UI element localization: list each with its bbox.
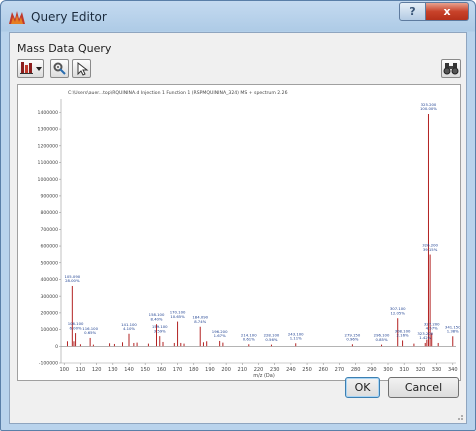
- ok-button[interactable]: OK: [345, 377, 380, 398]
- x-tick-label: 290: [367, 367, 377, 373]
- help-icon: ?: [409, 5, 416, 18]
- resize-grip-icon[interactable]: [454, 411, 464, 421]
- y-tick-label: 1200000: [38, 143, 59, 149]
- chart-title: C:\Users\auer...top\RQUININA.d Injection…: [68, 90, 288, 96]
- peak-label: 170.100 10.65%: [170, 310, 186, 319]
- y-tick-label: 100000: [40, 327, 58, 333]
- y-tick-label: 1300000: [38, 127, 59, 133]
- x-tick-label: 140: [124, 367, 134, 373]
- peak-label: 159.100 3.59%: [152, 324, 168, 333]
- peak-label: 327.200 4.57%: [424, 321, 440, 330]
- x-tick-label: 310: [399, 367, 409, 373]
- x-tick-label: 240: [286, 367, 296, 373]
- x-tick-label: 300: [383, 367, 393, 373]
- binoculars-icon: [443, 63, 459, 75]
- peak-label: 307.100 12.05%: [390, 306, 406, 315]
- app-logo-icon: [9, 11, 25, 24]
- y-tick-label: 1400000: [38, 110, 59, 116]
- help-button[interactable]: ?: [399, 2, 426, 21]
- peak-label: 116.100 0.65%: [82, 326, 98, 335]
- peak-label: 141.100 4.10%: [121, 322, 137, 331]
- x-tick-label: 160: [157, 367, 167, 373]
- peak-label: 243.100 1.11%: [288, 331, 304, 340]
- peak-label: 196.200 1.67%: [212, 329, 228, 338]
- peak-label: 214.100 0.61%: [241, 332, 257, 341]
- spectrum-chart[interactable]: C:\Users\auer...top\RQUININA.d Injection…: [17, 84, 461, 381]
- x-tick-label: 270: [335, 367, 345, 373]
- x-tick-label: 100: [59, 367, 69, 373]
- y-tick-label: 600000: [40, 244, 58, 250]
- x-tick-label: 210: [238, 367, 248, 373]
- x-tick-label: 110: [76, 367, 86, 373]
- y-tick-label: 900000: [40, 194, 58, 200]
- select-tool-button[interactable]: [72, 59, 91, 78]
- y-tick-label: -100000: [39, 361, 58, 367]
- peak-label: 228.100 0.56%: [264, 333, 280, 342]
- x-tick-label: 260: [318, 367, 328, 373]
- x-tick-label: 280: [351, 367, 361, 373]
- gear-pointer-icon: [53, 62, 66, 75]
- close-button[interactable]: x: [426, 2, 469, 21]
- title-bar[interactable]: Query Editor ? x: [1, 1, 475, 32]
- spectrum-plot: C:\Users\auer...top\RQUININA.d Injection…: [38, 90, 460, 379]
- peak-label: 184.090 8.74%: [192, 315, 208, 324]
- window-title: Query Editor: [31, 10, 107, 24]
- y-tick-label: 500000: [40, 260, 58, 266]
- x-tick-label: 130: [108, 367, 118, 373]
- close-icon: x: [443, 5, 451, 18]
- y-tick-label: 400000: [40, 277, 58, 283]
- filter-dropdown-icon: [19, 62, 42, 74]
- y-tick-label: 200000: [40, 310, 58, 316]
- query-editor-window: Query Editor ? x Mass Data Query C:\User…: [0, 0, 476, 431]
- peak-label: 323.200 1.42%: [417, 331, 433, 340]
- peak-label: 326.200 39.15%: [422, 243, 438, 252]
- x-tick-label: 150: [140, 367, 150, 373]
- peak-label: 158.100 8.40%: [149, 312, 165, 321]
- filter-dropdown-button[interactable]: [17, 59, 44, 78]
- y-tick-label: 1100000: [38, 160, 59, 166]
- x-tick-label: 170: [173, 367, 183, 373]
- x-tick-label: 190: [205, 367, 215, 373]
- peak-label: 279.150 0.96%: [345, 332, 361, 341]
- y-tick-label: 1000000: [38, 177, 59, 183]
- dialog-body: Mass Data Query C:\Users\auer...top\RQUI…: [9, 32, 467, 424]
- peak-label: 105.090 28.00%: [64, 274, 80, 283]
- y-tick-label: 700000: [40, 227, 58, 233]
- section-label: Mass Data Query: [17, 42, 112, 55]
- x-tick-label: 330: [432, 367, 442, 373]
- y-tick-label: 0: [55, 344, 58, 350]
- settings-tool-button[interactable]: [50, 59, 69, 78]
- x-tick-label: 320: [416, 367, 426, 373]
- y-tick-label: 800000: [40, 210, 58, 216]
- select-arrow-icon: [77, 61, 89, 76]
- x-tick-label: 200: [221, 367, 231, 373]
- y-tick-label: 300000: [40, 294, 58, 300]
- x-tick-label: 340: [448, 367, 458, 373]
- x-tick-label: 120: [92, 367, 102, 373]
- x-tick-label: 180: [189, 367, 199, 373]
- cancel-button[interactable]: Cancel: [388, 377, 459, 398]
- find-button[interactable]: [441, 59, 461, 78]
- peak-label: 341.150 1.38%: [445, 324, 460, 333]
- peak-label: 296.100 0.85%: [374, 333, 390, 342]
- peak-label: 308.100 2.16%: [395, 328, 411, 337]
- x-tick-label: 250: [302, 367, 312, 373]
- x-axis-label: m/z (Da): [253, 373, 275, 379]
- peak-label: 325.200 100.00%: [420, 102, 437, 111]
